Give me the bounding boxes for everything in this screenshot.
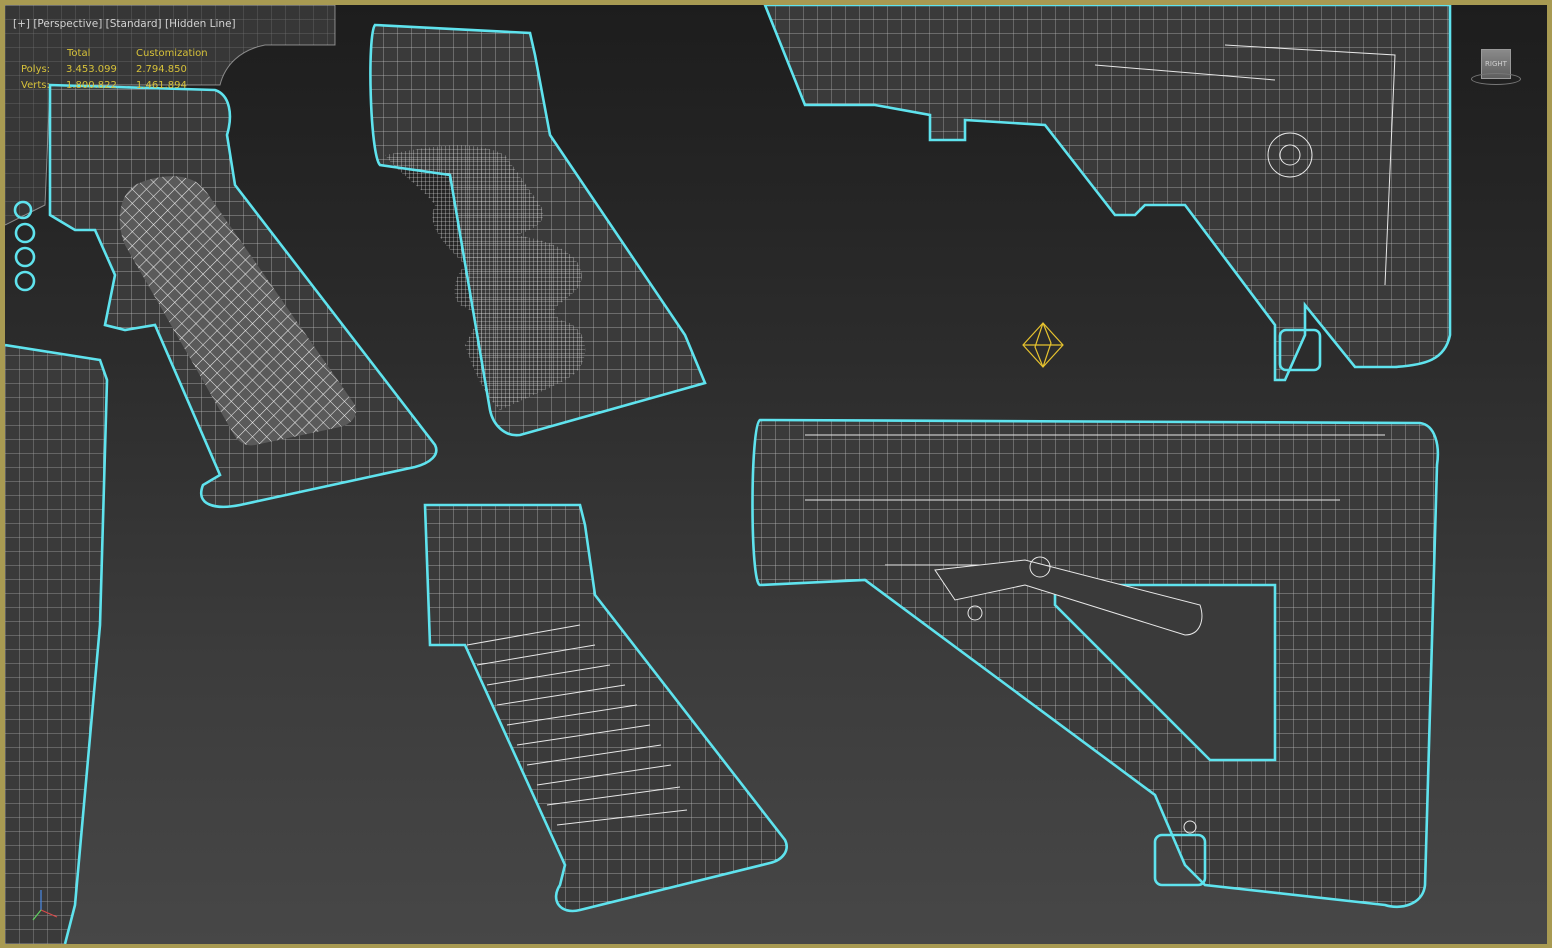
stats-row-polys: Polys: 3.453.099 2.794.850 [21, 62, 231, 78]
scene-canvas[interactable] [5, 5, 1547, 944]
stats-total-value: 3.453.099 [66, 64, 117, 75]
stats-label: Verts: [21, 80, 50, 91]
stats-custom-value: 1.461.894 [136, 80, 187, 91]
viewcube-icon[interactable]: RIGHT [1471, 43, 1521, 93]
pistol-grip-finger-grooves[interactable] [369, 23, 707, 437]
stats-row-verts: Verts: 1.800.822 1.461.894 [21, 78, 231, 94]
stats-label: Polys: [21, 64, 51, 75]
buttstock-front[interactable] [751, 418, 1440, 909]
stats-header-total: Total [67, 48, 91, 59]
stats-header-customization: Customization [136, 48, 208, 59]
statistics-overlay: Total Customization Polys: 3.453.099 2.7… [21, 46, 231, 94]
handguard-left-partial[interactable] [5, 343, 109, 944]
perspective-viewport[interactable]: [+] [Perspective] [Standard] [Hidden Lin… [0, 0, 1552, 948]
stats-total-value: 1.800.822 [66, 80, 117, 91]
stats-header-row: Total Customization [21, 46, 231, 62]
viewcube-compass-ring[interactable] [1471, 73, 1521, 85]
helper-diamond-icon[interactable] [1022, 322, 1064, 368]
buttstock-rear[interactable] [763, 5, 1452, 382]
pistol-grip-ribbed[interactable] [423, 503, 788, 913]
viewport-label-menu[interactable]: [+] [Perspective] [Standard] [Hidden Lin… [13, 16, 236, 32]
stats-custom-value: 2.794.850 [136, 64, 187, 75]
